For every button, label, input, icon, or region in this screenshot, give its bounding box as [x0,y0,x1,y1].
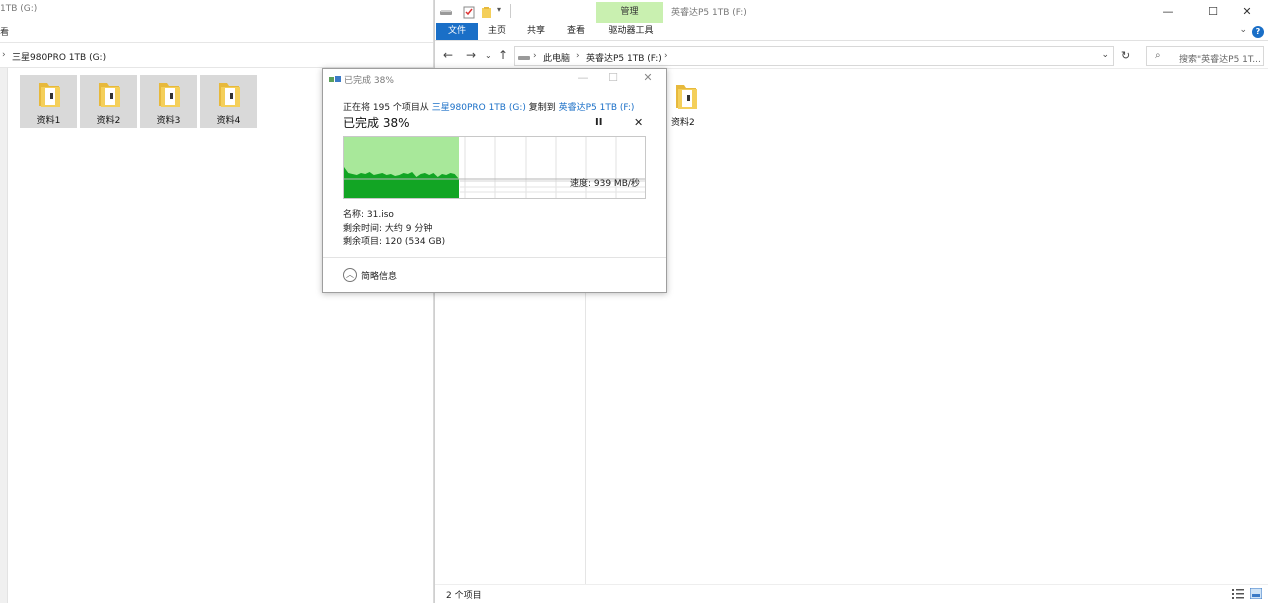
folder-icon [39,83,60,107]
folder-item[interactable]: 资料2 [80,75,137,128]
source-link[interactable]: 三星980PRO 1TB (G:) [432,103,526,113]
folder-item[interactable]: 资料4 [200,75,257,128]
cancel-button[interactable]: ✕ [634,116,643,129]
fewer-details-label: 简略信息 [361,272,398,282]
folder-label: 资料2 [96,116,121,126]
folder-icon [676,85,697,109]
ribbon-tabs: 文件 主页 共享 查看 驱动器工具 ⌄ ? [435,23,1268,41]
status-bar: 2 个项目 [435,584,1268,603]
folder-label: 资料4 [216,116,241,126]
copy-description: 正在将 195 个项目从 三星980PRO 1TB (G:) 复制到 英睿达P5… [343,100,634,113]
speed-graph-svg [344,137,645,198]
copy-description-mid: 复制到 [525,103,559,113]
search-placeholder: 搜索"英睿达P5 1T... [1179,55,1261,65]
items-remaining: 剩余项目: 120 (534 GB) [343,237,446,247]
tab-home[interactable]: 主页 [483,23,511,40]
transfer-speed: 速度: 939 MB/秒 [570,179,640,189]
recent-locations-icon[interactable]: ⌄ [485,51,492,60]
refresh-icon[interactable]: ↻ [1121,49,1130,62]
breadcrumb-separator-icon: › [664,51,668,61]
left-window-title: 1TB (G:) [0,4,38,14]
up-button[interactable]: ↑ [498,48,508,62]
dialog-maximize-button[interactable]: ☐ [603,71,623,84]
back-button[interactable]: ← [443,48,453,62]
chevron-up-icon: ︿ [343,268,357,282]
tab-file[interactable]: 文件 [436,23,478,40]
quick-access-toolbar: ▾ [435,0,595,24]
minimize-button[interactable]: — [1157,3,1179,21]
help-icon[interactable]: ? [1252,26,1264,38]
left-scrollbar[interactable] [0,68,8,603]
tab-share[interactable]: 共享 [522,23,550,40]
left-address-text[interactable]: 三星980PRO 1TB (G:) [12,50,106,63]
breadcrumb-separator-icon: › [576,51,580,61]
folder-item[interactable]: 资料1 [20,75,77,128]
column-divider [585,292,586,584]
search-icon: ⌕ [1155,50,1161,61]
copy-progress-dialog: 已完成 38% — ☐ ✕ 正在将 195 个项目从 三星980PRO 1TB … [322,68,667,293]
right-window-title: 英睿达P5 1TB (F:) [671,8,747,18]
tab-view[interactable]: 查看 [562,23,590,40]
pause-button[interactable]: II [595,117,602,128]
folder-item[interactable]: 资料2 [671,79,703,128]
drive-icon[interactable] [439,5,453,19]
transfer-speed-graph [343,136,646,199]
dialog-title: 已完成 38% [344,76,394,86]
forward-button[interactable]: → [466,48,476,62]
left-ribbon-tab-view[interactable]: 看 [0,25,9,38]
large-icons-view-icon[interactable] [1250,588,1262,599]
item-count: 2 个项目 [446,591,482,601]
breadcrumb-drive[interactable]: 英睿达P5 1TB (F:) [586,51,662,64]
folder-icon [219,83,240,107]
dialog-minimize-button[interactable]: — [573,71,593,84]
right-address-row: ← → ⌄ ↑ › 此电脑 › 英睿达P5 1TB (F:) › ⌄ ↻ ⌕ 搜… [435,43,1268,69]
search-input[interactable]: ⌕ 搜索"英睿达P5 1T... [1146,46,1264,66]
folder-icon [159,83,180,107]
dialog-close-button[interactable]: ✕ [638,71,658,84]
chevron-down-icon[interactable]: ⌄ [1239,25,1247,35]
drive-icon [518,56,530,60]
new-folder-icon[interactable] [480,5,494,19]
qat-divider [510,4,511,18]
percent-complete: 已完成 38% [343,116,410,130]
left-titlebar: 1TB (G:) [0,0,433,22]
current-file-name: 名称: 31.iso [343,210,394,220]
left-address-bar[interactable]: › 三星980PRO 1TB (G:) [0,42,433,68]
address-dropdown-icon[interactable]: ⌄ [1101,50,1109,60]
qat-dropdown-icon[interactable]: ▾ [497,5,501,14]
tab-drive-tools[interactable]: 驱动器工具 [601,23,661,40]
breadcrumb-this-pc[interactable]: 此电脑 [543,51,570,64]
details-view-icon[interactable] [1232,588,1244,599]
copy-description-prefix: 正在将 195 个项目从 [343,103,432,113]
folder-label: 资料1 [36,116,61,126]
breadcrumb-separator-icon: › [533,51,537,61]
dialog-divider [323,257,666,258]
properties-icon[interactable] [462,5,476,19]
folder-label: 资料2 [671,118,695,128]
time-remaining: 剩余时间: 大约 9 分钟 [343,224,433,234]
destination-link[interactable]: 英睿达P5 1TB (F:) [559,103,635,113]
tab-manage[interactable]: 管理 [596,2,663,23]
maximize-button[interactable]: ☐ [1202,3,1224,21]
copy-icon [329,76,341,82]
dialog-titlebar[interactable]: 已完成 38% — ☐ ✕ [323,69,666,89]
folder-item[interactable]: 资料3 [140,75,197,128]
close-button[interactable]: ✕ [1236,3,1258,21]
folder-label: 资料3 [156,116,181,126]
chevron-right-icon: › [2,50,6,60]
address-bar[interactable]: › 此电脑 › 英睿达P5 1TB (F:) › ⌄ [514,46,1114,66]
folder-icon [99,83,120,107]
